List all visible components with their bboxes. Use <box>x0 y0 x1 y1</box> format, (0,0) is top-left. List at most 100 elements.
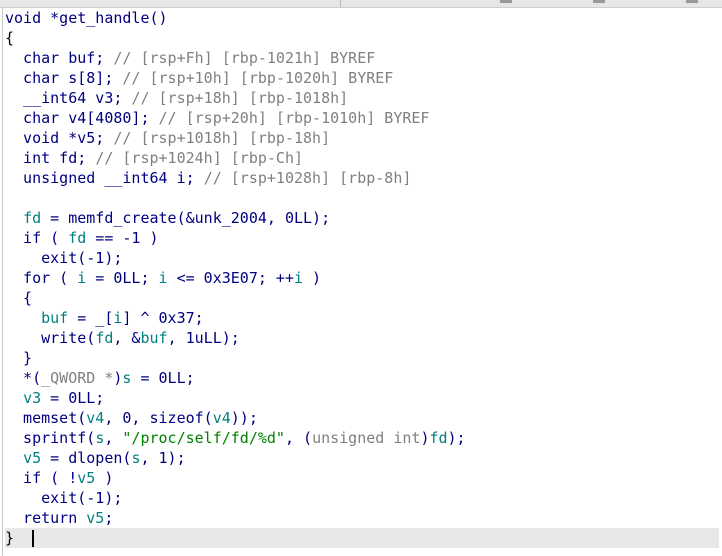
code-token: , 1uLL); <box>167 329 240 347</box>
code-token: for ( <box>5 269 78 287</box>
code-token: // [rsp+18h] [rbp-1018h] <box>131 89 349 107</box>
code-line[interactable]: if ( !v5 ) <box>5 468 719 488</box>
code-token: fd <box>95 329 114 347</box>
text-caret <box>32 530 35 547</box>
code-line[interactable]: sprintf(s, "/proc/self/fd/%d", (unsigned… <box>5 428 719 448</box>
code-line[interactable]: fd = memfd_create(&unk_2004, 0LL); <box>5 208 719 228</box>
code-line[interactable]: { <box>5 288 719 308</box>
code-token: = _[ <box>68 309 114 327</box>
code-token: = memfd_create(&unk_2004, 0LL); <box>41 209 331 227</box>
code-token: , ( <box>284 429 313 447</box>
code-token: unsigned __int64 i; <box>5 169 204 187</box>
code-token: { <box>5 289 33 307</box>
code-line[interactable]: } <box>5 528 719 548</box>
code-token: ) <box>303 269 322 287</box>
code-token: buf <box>140 329 168 347</box>
code-line[interactable]: exit(-1); <box>5 248 719 268</box>
minimize-icon[interactable] <box>500 0 512 3</box>
code-token: // [rsp+1018h] [rbp-18h] <box>113 129 331 147</box>
code-line[interactable]: unsigned __int64 i; // [rsp+1028h] [rbp-… <box>5 168 719 188</box>
code-line[interactable]: char v4[4080]; // [rsp+20h] [rbp-1010h] … <box>5 108 719 128</box>
code-token: v4 <box>212 409 231 427</box>
code-token: void *v5; <box>5 129 114 147</box>
code-token: v5 <box>86 509 105 527</box>
code-token: // [rsp+20h] [rbp-1010h] BYREF <box>158 109 430 127</box>
code-token: char v4[4080]; <box>5 109 159 127</box>
code-line[interactable]: int fd; // [rsp+1024h] [rbp-Ch] <box>5 148 719 168</box>
code-line[interactable]: } <box>5 348 719 368</box>
code-line[interactable]: __int64 v3; // [rsp+18h] [rbp-1018h] <box>5 88 719 108</box>
code-token: fd <box>23 209 42 227</box>
window-top-bar <box>0 0 722 8</box>
code-token: i <box>294 269 304 287</box>
code-line[interactable]: memset(v4, 0, sizeof(v4)); <box>5 408 719 428</box>
code-token: sprintf( <box>5 429 96 447</box>
code-token: , 1); <box>140 449 186 467</box>
code-line[interactable]: char s[8]; // [rsp+10h] [rbp-1020h] BYRE… <box>5 68 719 88</box>
code-token: i <box>77 269 87 287</box>
code-token: exit(-1); <box>5 489 123 507</box>
code-line[interactable]: void *get_handle() <box>5 8 719 28</box>
code-line[interactable]: void *v5; // [rsp+1018h] [rbp-18h] <box>5 128 719 148</box>
code-token: return <box>5 509 87 527</box>
code-token: memset( <box>5 409 87 427</box>
pseudocode-editor[interactable]: void *get_handle() { char buf; // [rsp+Fh… <box>5 8 719 548</box>
code-token: s <box>95 429 105 447</box>
code-token: void *get_handle() <box>5 9 168 27</box>
code-token: "/proc/self/fd/%d" <box>122 429 285 447</box>
code-line[interactable]: *(_QWORD *)s = 0LL; <box>5 368 719 388</box>
code-token: = 0LL; <box>86 269 159 287</box>
code-line[interactable]: char buf; // [rsp+Fh] [rbp-1021h] BYREF <box>5 48 719 68</box>
code-token: // [rsp+Fh] [rbp-1021h] BYREF <box>113 49 376 67</box>
code-token: // [rsp+1024h] [rbp-Ch] <box>95 149 304 167</box>
code-line[interactable]: return v5; <box>5 508 719 528</box>
code-line[interactable]: buf = _[i] ^ 0x37; <box>5 308 719 328</box>
code-token: fd <box>429 429 448 447</box>
code-token: )); <box>230 409 258 427</box>
code-token: i <box>158 269 168 287</box>
code-line[interactable]: v3 = 0LL; <box>5 388 719 408</box>
code-token: unsigned int <box>312 429 421 447</box>
code-token: v4 <box>86 409 105 427</box>
code-token: _QWORD * <box>41 369 114 387</box>
tab-separator <box>340 0 341 7</box>
close-icon[interactable] <box>686 0 698 3</box>
code-token: char s[8]; <box>5 69 123 87</box>
code-line[interactable]: exit(-1); <box>5 488 719 508</box>
code-line[interactable]: { <box>5 28 719 48</box>
code-line[interactable]: v5 = dlopen(s, 1); <box>5 448 719 468</box>
caret-gap <box>14 529 32 547</box>
code-token: ) <box>95 469 114 487</box>
code-token: buf <box>41 309 69 327</box>
code-token: v5 <box>23 449 42 467</box>
code-token: exit(-1); <box>5 249 123 267</box>
code-token: , <box>104 429 123 447</box>
code-token: ); <box>447 429 466 447</box>
code-token: } <box>5 529 15 547</box>
code-token: == -1 ) <box>86 229 159 247</box>
code-token: // [rsp+1028h] [rbp-8h] <box>203 169 412 187</box>
code-token: { <box>5 29 15 47</box>
code-token: fd <box>68 229 87 247</box>
code-token: ] ^ 0x37; <box>122 309 204 327</box>
code-token: = 0LL; <box>131 369 195 387</box>
code-line[interactable]: write(fd, &buf, 1uLL); <box>5 328 719 348</box>
maximize-icon[interactable] <box>593 0 605 3</box>
code-token: <= 0x3E07; ++ <box>167 269 294 287</box>
code-token: int fd; <box>5 149 96 167</box>
code-line[interactable] <box>5 188 719 208</box>
code-token: if ( ! <box>5 469 78 487</box>
code-token: v3 <box>23 389 42 407</box>
code-token: char buf; <box>5 49 114 67</box>
code-token: } <box>5 349 33 367</box>
code-token: , & <box>113 329 141 347</box>
code-line[interactable]: if ( fd == -1 ) <box>5 228 719 248</box>
code-token: if ( <box>5 229 69 247</box>
code-line[interactable]: for ( i = 0LL; i <= 0x3E07; ++i ) <box>5 268 719 288</box>
code-token: // [rsp+10h] [rbp-1020h] BYREF <box>122 69 394 87</box>
code-token: = dlopen( <box>41 449 132 467</box>
code-token: v5 <box>77 469 96 487</box>
